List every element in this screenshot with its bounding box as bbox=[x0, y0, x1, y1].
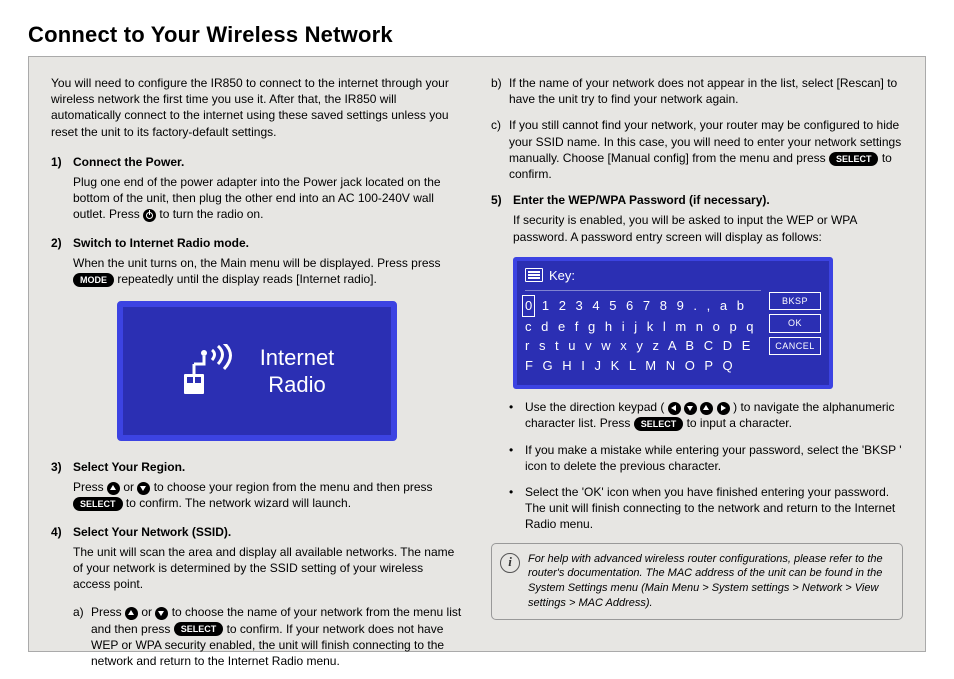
char-row1: 1 2 3 4 5 6 7 8 9 . , a b bbox=[535, 298, 747, 313]
up-arrow-icon bbox=[700, 402, 713, 415]
b1-a: Use the direction keypad ( bbox=[525, 400, 664, 414]
step-5-header: 5) Enter the WEP/WPA Password (if necess… bbox=[491, 192, 903, 208]
char-row4: F G H I J K L M N O P Q bbox=[525, 356, 761, 376]
content-panel: You will need to configure the IR850 to … bbox=[28, 56, 926, 652]
sub-a-letter: a) bbox=[73, 604, 91, 669]
down-arrow-icon bbox=[155, 607, 168, 620]
select-button-icon: SELECT bbox=[634, 417, 684, 431]
char-grid: 0 1 2 3 4 5 6 7 8 9 . , a b c d e f g h … bbox=[525, 290, 761, 375]
internet-radio-screen: Internet Radio bbox=[117, 301, 397, 441]
up-arrow-icon bbox=[107, 482, 120, 495]
cancel-button: CANCEL bbox=[769, 337, 821, 355]
step-2-body: When the unit turns on, the Main menu wi… bbox=[73, 255, 463, 287]
help-note: For help with advanced wireless router c… bbox=[491, 543, 903, 620]
key-header: Key: bbox=[525, 267, 821, 285]
step-1-header: 1) Connect the Power. bbox=[51, 154, 463, 170]
step-3-text-b: to choose your region from the menu and … bbox=[154, 480, 433, 494]
s4a-a: Press bbox=[91, 605, 125, 619]
page-title: Connect to Your Wireless Network bbox=[28, 22, 926, 48]
step-3-num: 3) bbox=[51, 459, 73, 475]
step-4-num: 4) bbox=[51, 524, 73, 540]
bullet-1: Use the direction keypad ( ) to navigate… bbox=[509, 399, 903, 431]
step-4c-text: If you still cannot find your network, y… bbox=[509, 117, 903, 182]
step-4a: a) Press or to choose the name of your n… bbox=[73, 604, 463, 669]
right-column: b) If the name of your network does not … bbox=[491, 75, 903, 679]
step-3-text-a: Press bbox=[73, 480, 107, 494]
step-1-head: Connect the Power. bbox=[73, 154, 184, 170]
step-4c: c) If you still cannot find your network… bbox=[491, 117, 903, 182]
step-4b: b) If the name of your network does not … bbox=[491, 75, 903, 107]
power-icon bbox=[143, 209, 156, 222]
info-icon bbox=[500, 553, 520, 573]
step-4b-text: If the name of your network does not app… bbox=[509, 75, 903, 107]
screen1-label: Internet Radio bbox=[260, 344, 335, 399]
step-2-head: Switch to Internet Radio mode. bbox=[73, 235, 249, 251]
bksp-button: BKSP bbox=[769, 292, 821, 310]
step-3-body: Press or to choose your region from the … bbox=[73, 479, 463, 511]
step-5-num: 5) bbox=[491, 192, 513, 208]
up-arrow-icon bbox=[125, 607, 138, 620]
s4a-mid: or bbox=[141, 605, 155, 619]
select-button-icon: SELECT bbox=[174, 622, 224, 636]
help-text: For help with advanced wireless router c… bbox=[528, 552, 892, 611]
select-button-icon: SELECT bbox=[73, 497, 123, 511]
radio-signal-icon bbox=[180, 344, 240, 398]
char-row3: r s t u v w x y z A B C D E bbox=[525, 336, 761, 356]
bullet-3: Select the 'OK' icon when you have finis… bbox=[509, 484, 903, 533]
down-arrow-icon bbox=[137, 482, 150, 495]
select-button-icon: SELECT bbox=[829, 152, 879, 166]
char-selected: 0 bbox=[522, 295, 535, 317]
ok-button: OK bbox=[769, 314, 821, 332]
list-icon bbox=[525, 268, 543, 282]
bullet-2: If you make a mistake while entering you… bbox=[509, 442, 903, 474]
b1-c: to input a character. bbox=[687, 416, 792, 430]
step-4-head: Select Your Network (SSID). bbox=[73, 524, 231, 540]
step-4-header: 4) Select Your Network (SSID). bbox=[51, 524, 463, 540]
screen1-line2: Radio bbox=[268, 372, 325, 397]
step-2-text-a: When the unit turns on, the Main menu wi… bbox=[73, 256, 441, 270]
step-3-header: 3) Select Your Region. bbox=[51, 459, 463, 475]
intro-text: You will need to configure the IR850 to … bbox=[51, 75, 463, 140]
mode-button-icon: MODE bbox=[73, 273, 114, 287]
right-arrow-icon bbox=[717, 402, 730, 415]
step-2-num: 2) bbox=[51, 235, 73, 251]
left-column: You will need to configure the IR850 to … bbox=[51, 75, 463, 679]
step-3-text-mid: or bbox=[123, 480, 137, 494]
step-2-text-b: repeatedly until the display reads [Inte… bbox=[117, 272, 377, 286]
step-3-head: Select Your Region. bbox=[73, 459, 185, 475]
step-3-text-c: to confirm. The network wizard will laun… bbox=[126, 496, 351, 510]
step-1-num: 1) bbox=[51, 154, 73, 170]
step-1-body: Plug one end of the power adapter into t… bbox=[73, 174, 463, 223]
step-5-body: If security is enabled, you will be aske… bbox=[513, 212, 903, 244]
password-entry-screen: Key: 0 1 2 3 4 5 6 7 8 9 . , a b c d e f… bbox=[513, 257, 833, 390]
instruction-bullets: Use the direction keypad ( ) to navigate… bbox=[509, 399, 903, 532]
sub-c-letter: c) bbox=[491, 117, 509, 182]
step-4a-text: Press or to choose the name of your netw… bbox=[91, 604, 463, 669]
char-row2: c d e f g h i j k l m n o p q bbox=[525, 317, 761, 337]
sub-b-letter: b) bbox=[491, 75, 509, 107]
step-2-header: 2) Switch to Internet Radio mode. bbox=[51, 235, 463, 251]
step-5-head: Enter the WEP/WPA Password (if necessary… bbox=[513, 192, 770, 208]
key-header-text: Key: bbox=[549, 267, 575, 285]
step-1-text-b: to turn the radio on. bbox=[159, 207, 263, 221]
key-side-buttons: BKSP OK CANCEL bbox=[769, 292, 821, 354]
step-4-body: The unit will scan the area and display … bbox=[73, 544, 463, 593]
screen1-line1: Internet bbox=[260, 345, 335, 370]
down-arrow-icon bbox=[684, 402, 697, 415]
left-arrow-icon bbox=[668, 402, 681, 415]
